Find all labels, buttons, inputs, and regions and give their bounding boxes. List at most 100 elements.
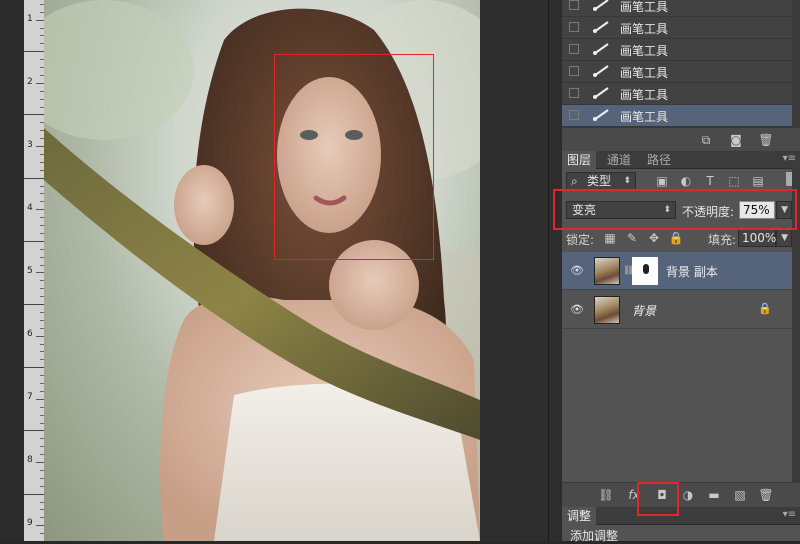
ruler-number: 7 bbox=[27, 392, 33, 402]
lock-transparency-icon[interactable]: ▦ bbox=[602, 231, 618, 245]
history-item-label: 画笔工具 bbox=[620, 22, 669, 36]
ruler-tick bbox=[24, 51, 44, 53]
history-checkbox[interactable] bbox=[569, 88, 579, 98]
layer-thumbnail bbox=[594, 296, 620, 324]
ruler-tick bbox=[36, 19, 44, 21]
lock-label: 锁定: bbox=[566, 233, 595, 247]
ruler-tick bbox=[24, 493, 44, 495]
history-checkbox[interactable] bbox=[569, 110, 579, 120]
right-panel: 画笔工具 画笔工具 画笔工具 画笔工具 画笔工具 画笔工具 ⧉ ◙ 🗑 图层 通… bbox=[562, 0, 800, 543]
layer-name[interactable]: 背景 bbox=[632, 302, 656, 319]
ruler-tick bbox=[24, 114, 44, 116]
ruler-number: 8 bbox=[27, 455, 33, 465]
tab-adjustments[interactable]: 调整 bbox=[562, 507, 597, 525]
ruler-tick bbox=[36, 209, 44, 211]
ruler-tick bbox=[36, 335, 44, 337]
ruler-number: 4 bbox=[27, 203, 33, 213]
history-checkbox[interactable] bbox=[569, 22, 579, 32]
tab-channels[interactable]: 通道 bbox=[602, 151, 636, 169]
search-icon: ⌕ bbox=[571, 174, 578, 188]
adjustment-layer-icon[interactable]: ◑ bbox=[680, 488, 696, 502]
history-item[interactable]: 画笔工具 bbox=[562, 61, 794, 83]
ruler-number: 3 bbox=[27, 140, 33, 150]
layer-name[interactable]: 背景 副本 bbox=[666, 263, 718, 280]
trash-icon[interactable]: 🗑 bbox=[758, 133, 774, 147]
highlight-blend-opacity bbox=[553, 189, 797, 230]
ruler-tick bbox=[24, 430, 44, 432]
history-item-label: 画笔工具 bbox=[620, 44, 669, 58]
filter-smartobject-icon[interactable]: ▤ bbox=[750, 174, 766, 188]
new-layer-icon[interactable]: ▧ bbox=[732, 488, 748, 502]
add-adjustment-label: 添加调整 bbox=[570, 529, 619, 543]
vertical-ruler[interactable]: 1 2 3 4 5 6 7 8 9 bbox=[24, 0, 45, 541]
layer-mask-thumbnail[interactable] bbox=[632, 257, 658, 285]
layer-row-background[interactable]: 👁 背景 🔒 bbox=[562, 291, 794, 329]
fill-label: 填充: bbox=[708, 233, 737, 247]
panel-menu-icon[interactable]: ▾≡ bbox=[783, 509, 796, 520]
link-layers-icon[interactable]: ⛓ bbox=[598, 488, 614, 502]
fill-input[interactable]: 100% bbox=[738, 229, 776, 247]
layers-footer: ⛓ fx ◘ ◑ ▬ ▧ 🗑 bbox=[562, 482, 800, 507]
highlight-add-mask-button bbox=[637, 482, 679, 516]
ruler-number: 5 bbox=[27, 266, 33, 276]
history-item[interactable]: 画笔工具 bbox=[562, 17, 794, 39]
ruler-tick bbox=[36, 146, 44, 147]
new-document-from-state-icon[interactable]: ⧉ bbox=[698, 133, 714, 147]
camera-icon[interactable]: ◙ bbox=[728, 133, 744, 147]
history-footer: ⧉ ◙ 🗑 bbox=[562, 127, 800, 151]
panel-divider[interactable] bbox=[548, 0, 549, 541]
pasteboard-gap bbox=[480, 0, 562, 541]
tab-layers[interactable]: 图层 bbox=[562, 151, 597, 169]
lock-brush-icon[interactable]: ✎ bbox=[624, 231, 640, 245]
fill-dropdown[interactable]: ▼ bbox=[776, 229, 792, 247]
ruler-tick bbox=[36, 82, 44, 84]
filter-pixel-icon[interactable]: ▣ bbox=[654, 174, 670, 188]
lock-all-icon[interactable]: 🔒 bbox=[668, 231, 684, 245]
history-item-label: 画笔工具 bbox=[620, 88, 669, 102]
eye-icon[interactable]: 👁 bbox=[570, 264, 584, 277]
ruler-tick bbox=[24, 240, 44, 242]
folder-icon[interactable]: ▬ bbox=[706, 488, 722, 502]
history-checkbox[interactable] bbox=[569, 44, 579, 54]
brush-icon bbox=[593, 87, 609, 99]
layer-row-background-copy[interactable]: 👁 ⛓ 背景 副本 bbox=[562, 252, 794, 290]
chevron-down-icon: ▼ bbox=[781, 233, 788, 243]
history-item[interactable]: 画笔工具 bbox=[562, 0, 794, 17]
mask-shape bbox=[643, 264, 649, 274]
history-item-label: 画笔工具 bbox=[620, 0, 669, 14]
ruler-tick bbox=[36, 272, 44, 274]
layers-tabbar: 图层 通道 路径 ▾≡ bbox=[562, 151, 800, 169]
ruler-tick bbox=[36, 462, 44, 463]
ruler-tick bbox=[36, 525, 44, 527]
ruler-number: 9 bbox=[27, 518, 33, 528]
filter-adjustment-icon[interactable]: ◐ bbox=[678, 174, 694, 188]
brush-icon bbox=[593, 0, 609, 11]
filter-kind-label: 类型 bbox=[587, 174, 612, 188]
history-checkbox[interactable] bbox=[569, 0, 579, 10]
filter-kind-select[interactable]: ⌕ 类型 ⬍ bbox=[566, 172, 636, 190]
ruler-number: 6 bbox=[27, 329, 33, 339]
history-checkbox[interactable] bbox=[569, 66, 579, 76]
ruler-tick bbox=[36, 398, 44, 400]
eye-icon[interactable]: 👁 bbox=[570, 303, 584, 316]
brush-icon bbox=[593, 65, 609, 77]
filter-type-icon[interactable]: T bbox=[702, 174, 718, 188]
ruler-number: 2 bbox=[27, 77, 33, 87]
ruler-tick bbox=[24, 367, 44, 369]
trash-icon[interactable]: 🗑 bbox=[758, 488, 774, 502]
panel-menu-icon[interactable]: ▾≡ bbox=[783, 153, 796, 164]
history-item[interactable]: 画笔工具 bbox=[562, 83, 794, 105]
filter-shape-icon[interactable]: ⬚ bbox=[726, 174, 742, 188]
ruler-number: 1 bbox=[27, 14, 33, 24]
face-selection-rect bbox=[274, 54, 434, 260]
tab-paths[interactable]: 路径 bbox=[642, 151, 676, 169]
ruler-tick bbox=[24, 177, 44, 179]
brush-icon bbox=[593, 21, 609, 33]
lock-icon: 🔒 bbox=[758, 302, 772, 315]
document-canvas[interactable] bbox=[44, 0, 480, 541]
lock-move-icon[interactable]: ✥ bbox=[646, 231, 662, 245]
history-item[interactable]: 画笔工具 bbox=[562, 39, 794, 61]
history-scrollbar[interactable] bbox=[792, 0, 800, 127]
ruler-tick bbox=[24, 304, 44, 305]
history-item-selected[interactable]: 画笔工具 bbox=[562, 105, 794, 127]
